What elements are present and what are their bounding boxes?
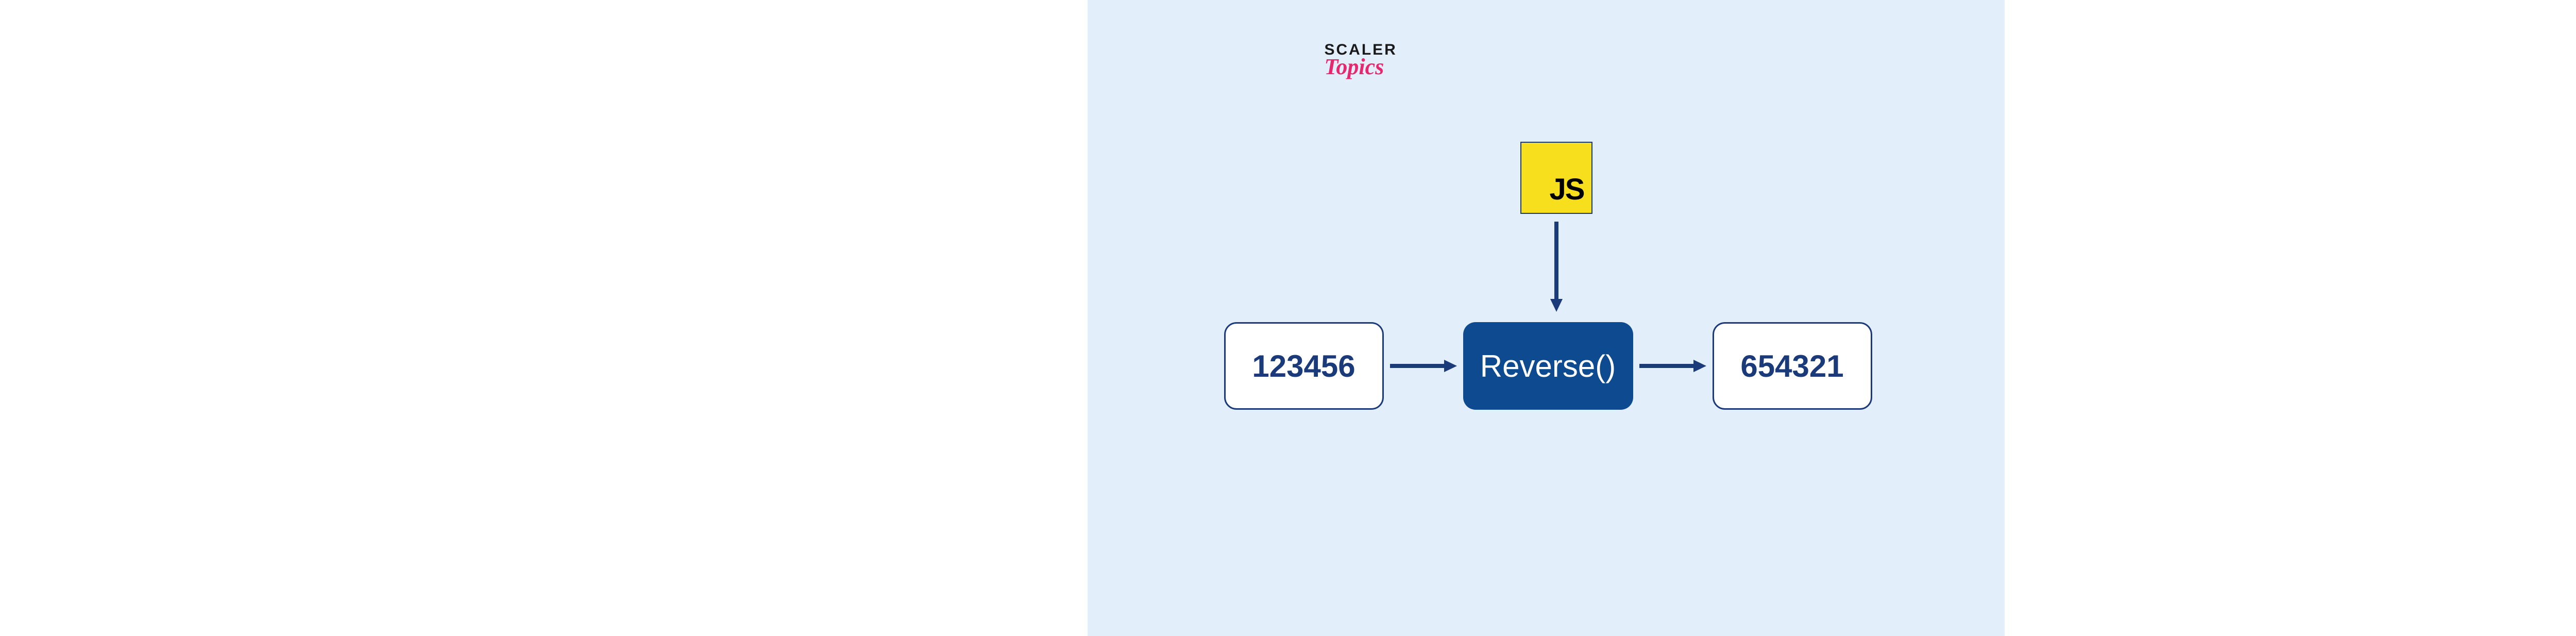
logo-line-2: Topics <box>1325 54 1384 80</box>
arrow-right-icon <box>1639 360 1706 372</box>
js-badge-label: JS <box>1550 172 1584 207</box>
arrow-down-icon <box>1550 222 1563 312</box>
function-label: Reverse() <box>1480 348 1616 384</box>
function-box: Reverse() <box>1463 322 1633 410</box>
input-value: 123456 <box>1252 348 1355 384</box>
output-value: 654321 <box>1740 348 1843 384</box>
javascript-badge: JS <box>1520 142 1592 214</box>
scaler-topics-logo: SCALER Topics <box>1325 41 1397 80</box>
flow-row: 123456 Reverse() 654321 <box>1224 322 1872 410</box>
output-box: 654321 <box>1713 322 1872 410</box>
input-box: 123456 <box>1224 322 1384 410</box>
arrow-right-icon <box>1390 360 1457 372</box>
diagram-canvas: SCALER Topics JS 123456 Reverse() 654321 <box>1088 0 2005 636</box>
